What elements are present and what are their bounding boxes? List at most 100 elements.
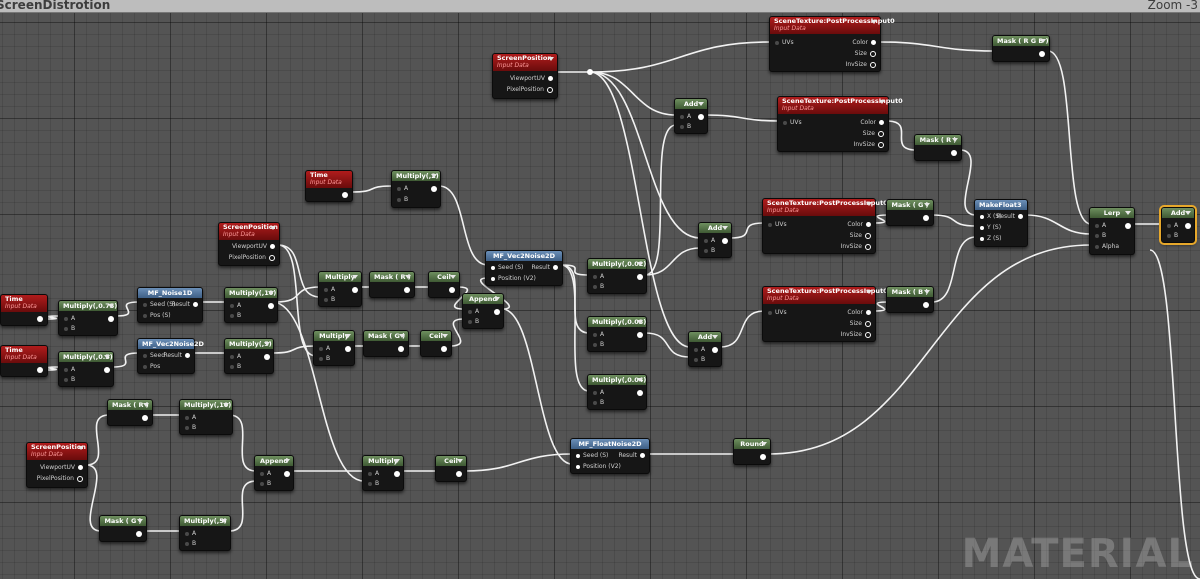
pin-position[interactable]: Position (V2): [576, 463, 621, 470]
output-pin[interactable]: [1185, 223, 1191, 229]
pin-a[interactable]: A: [468, 308, 479, 315]
collapse-arrow-icon[interactable]: [1040, 39, 1046, 43]
collapse-arrow-icon[interactable]: [108, 304, 114, 308]
pin-pixel-position[interactable]: PixelPosition: [37, 475, 83, 482]
output-pin[interactable]: [923, 302, 929, 308]
output-pin[interactable]: [456, 471, 462, 477]
pin-b[interactable]: B: [1167, 232, 1178, 239]
screen-position-node[interactable]: ScreenPosition Input Data ViewportUV Pixe…: [218, 222, 280, 266]
collapse-arrow-icon[interactable]: [457, 459, 463, 463]
pin-seed[interactable]: Seed (S): [576, 452, 608, 459]
collapse-arrow-icon[interactable]: [722, 226, 728, 230]
pin-a[interactable]: A: [704, 237, 715, 244]
output-pin[interactable]: [951, 150, 957, 156]
float-noise2d-function-node[interactable]: MF_FloatNoise2D Seed (S) Position (V2) R…: [570, 438, 650, 474]
pin-a[interactable]: A: [1167, 222, 1178, 229]
collapse-arrow-icon[interactable]: [268, 291, 274, 295]
mask-r-node[interactable]: Mask ( R ): [914, 134, 962, 161]
collapse-arrow-icon[interactable]: [223, 403, 229, 407]
time-node[interactable]: Time Input Data: [305, 170, 353, 202]
pin-b[interactable]: B: [64, 325, 75, 332]
scene-texture-node[interactable]: SceneTexture:PostProcessInput0 Input Data…: [769, 16, 895, 72]
output-pin[interactable]: [449, 287, 455, 293]
pin-b[interactable]: B: [260, 480, 271, 487]
output-pin[interactable]: [722, 238, 728, 244]
multiply-node[interactable]: Multiply A B: [362, 455, 404, 491]
collapse-arrow-icon[interactable]: [270, 226, 276, 230]
mask-r-node[interactable]: Mask ( R ): [107, 399, 153, 426]
append-node[interactable]: Append A B: [254, 455, 294, 491]
pin-b[interactable]: B: [230, 312, 241, 319]
pin-b[interactable]: B: [230, 363, 241, 370]
pin-a[interactable]: A: [230, 302, 241, 309]
output-pin[interactable]: [104, 367, 110, 373]
pin-uvs[interactable]: UVs: [768, 309, 787, 316]
pin-b[interactable]: B: [704, 247, 715, 254]
pin-a[interactable]: A: [260, 470, 271, 477]
output-pin[interactable]: [431, 186, 437, 192]
output-pin[interactable]: [37, 316, 43, 322]
multiply-node[interactable]: Multiply A B: [313, 330, 355, 366]
pin-size[interactable]: Size: [855, 50, 876, 57]
output-pin[interactable]: [398, 346, 404, 352]
collapse-arrow-icon[interactable]: [450, 275, 456, 279]
pin-b[interactable]: B: [694, 356, 705, 363]
collapse-arrow-icon[interactable]: [264, 342, 270, 346]
vec2noise2d-function-node[interactable]: MF_Vec2Noise2D Seed Pos Result: [137, 338, 204, 374]
pin-y[interactable]: Y (S): [980, 224, 1001, 231]
collapse-arrow-icon[interactable]: [924, 290, 930, 294]
output-pin[interactable]: [923, 215, 929, 221]
pin-b[interactable]: B: [319, 355, 330, 362]
pin-size[interactable]: Size: [850, 320, 871, 327]
ceil-node[interactable]: Ceil: [420, 330, 452, 357]
collapse-arrow-icon[interactable]: [548, 57, 554, 61]
pin-a[interactable]: A: [185, 530, 196, 537]
multiply-node[interactable]: Multiply(,0.03) A B: [587, 316, 647, 352]
collapse-arrow-icon[interactable]: [104, 355, 110, 359]
ceil-node[interactable]: Ceil: [435, 455, 467, 482]
append-node[interactable]: Append A B: [462, 293, 504, 329]
mask-b-node[interactable]: Mask ( B ): [886, 286, 934, 313]
collapse-arrow-icon[interactable]: [637, 378, 643, 382]
pin-b[interactable]: B: [324, 296, 335, 303]
pin-a[interactable]: A: [64, 366, 75, 373]
pin-a[interactable]: A: [368, 470, 379, 477]
collapse-arrow-icon[interactable]: [712, 335, 718, 339]
pin-pixel-position[interactable]: PixelPosition: [507, 86, 553, 93]
collapse-arrow-icon[interactable]: [1185, 211, 1191, 215]
pin-invsize[interactable]: InvSize: [841, 331, 871, 338]
pin-result[interactable]: Result: [163, 352, 190, 359]
output-pin[interactable]: [698, 114, 704, 120]
pin-a[interactable]: A: [64, 315, 75, 322]
output-pin[interactable]: [37, 367, 43, 373]
output-pin[interactable]: [494, 309, 500, 315]
output-pin[interactable]: [284, 471, 290, 477]
pin-a[interactable]: A: [1095, 222, 1106, 229]
output-pin[interactable]: [1125, 223, 1131, 229]
pin-color[interactable]: Color: [847, 221, 871, 228]
ceil-node[interactable]: Ceil: [428, 271, 460, 298]
pin-viewport-uv[interactable]: ViewportUV: [40, 464, 83, 471]
add-node[interactable]: Add A B: [1159, 205, 1197, 245]
mask-r-node[interactable]: Mask ( R ): [369, 271, 415, 298]
pin-a[interactable]: A: [319, 345, 330, 352]
pin-a[interactable]: A: [593, 331, 604, 338]
collapse-arrow-icon[interactable]: [952, 138, 958, 142]
scene-texture-node[interactable]: SceneTexture:PostProcessInput0 Input Data…: [762, 286, 888, 342]
screen-position-node[interactable]: ScreenPosition Input Data ViewportUV Pixe…: [26, 442, 88, 488]
pin-color[interactable]: Color: [860, 119, 884, 126]
pin-pos[interactable]: Pos: [143, 363, 160, 370]
pin-size[interactable]: Size: [850, 232, 871, 239]
output-pin[interactable]: [1039, 51, 1045, 57]
pin-a[interactable]: A: [324, 286, 335, 293]
output-pin[interactable]: [760, 454, 766, 460]
add-node[interactable]: Add A B: [674, 98, 708, 134]
pin-result[interactable]: Result: [996, 213, 1023, 220]
collapse-arrow-icon[interactable]: [405, 275, 411, 279]
pin-pos[interactable]: Pos (S): [143, 312, 171, 319]
collapse-arrow-icon[interactable]: [399, 334, 405, 338]
output-pin[interactable]: [108, 316, 114, 322]
collapse-arrow-icon[interactable]: [221, 519, 227, 523]
output-pin[interactable]: [352, 287, 358, 293]
pin-size[interactable]: Size: [863, 130, 884, 137]
